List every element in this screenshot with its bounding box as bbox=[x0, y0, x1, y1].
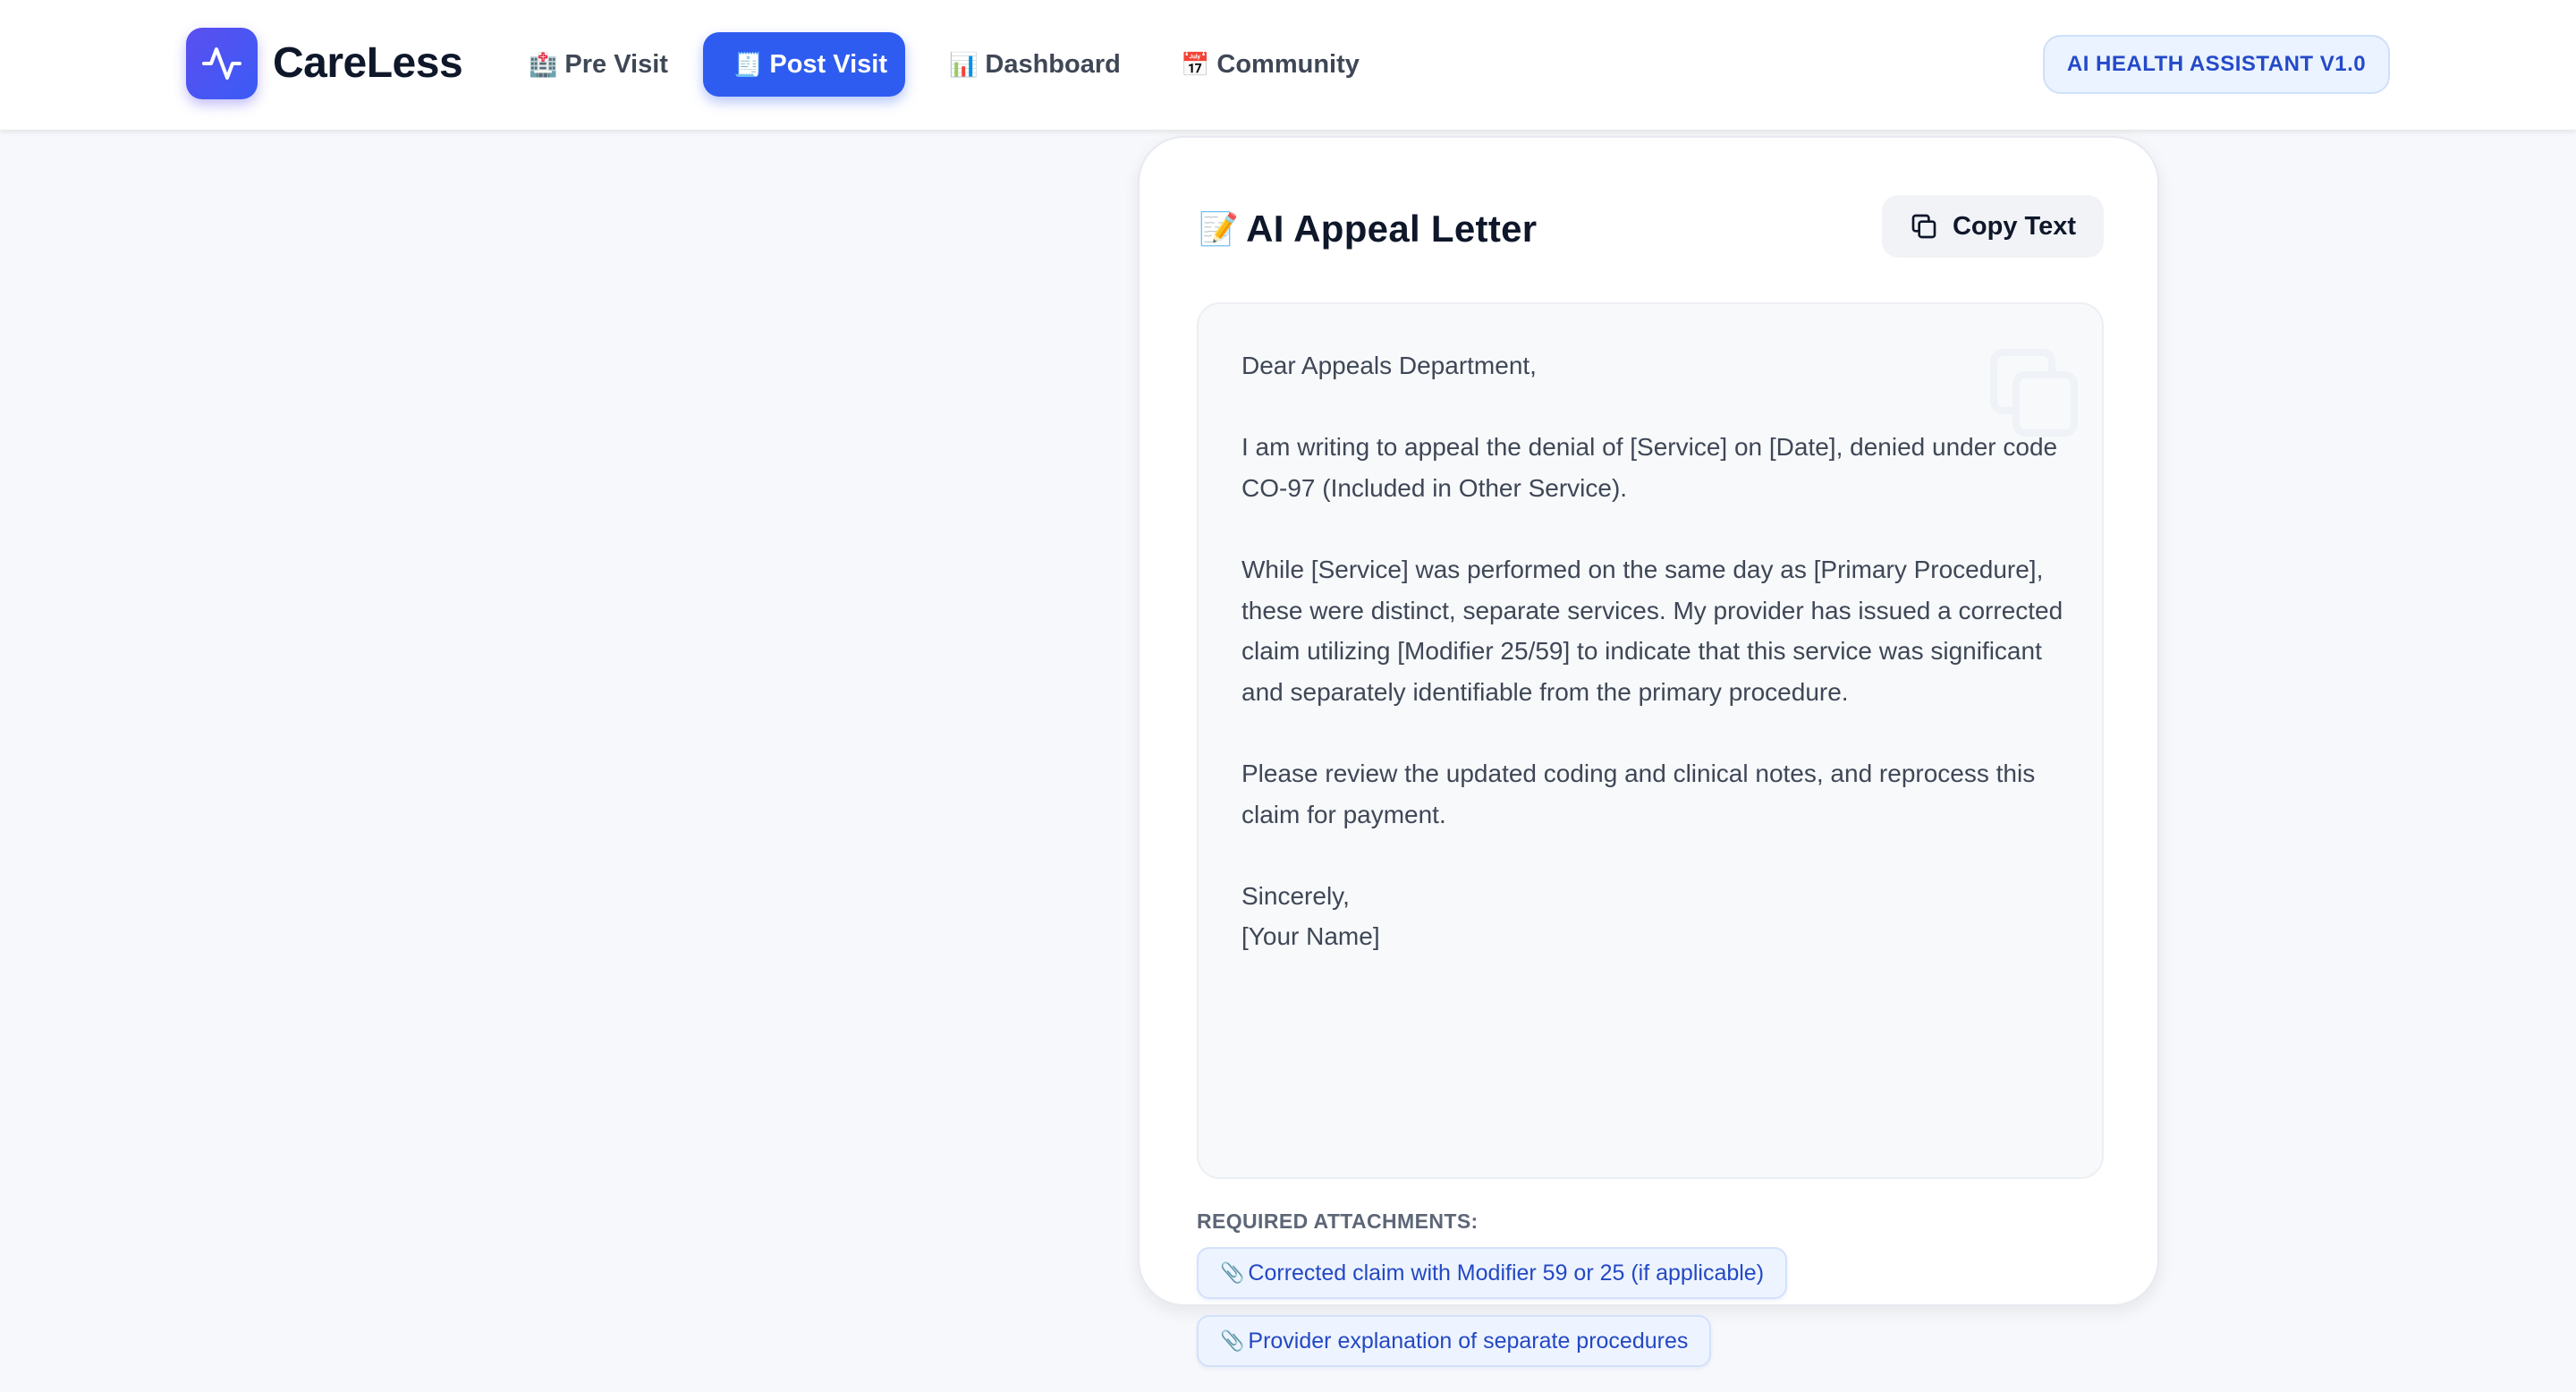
copy-button-label: Copy Text bbox=[1952, 211, 2077, 241]
top-navigation-bar: CareLess 🏥 Pre Visit 🧾 Post Visit 📊 Dash… bbox=[0, 0, 2576, 130]
letter-text-box[interactable]: Dear Appeals Department, I am writing to… bbox=[1197, 302, 2104, 1179]
receipt-icon: 🧾 bbox=[733, 50, 763, 78]
letter-closing: Sincerely, bbox=[1241, 881, 1350, 910]
copy-text-button[interactable]: Copy Text bbox=[1882, 195, 2104, 258]
appeal-letter-card: 📝 AI Appeal Letter Copy Text Dear Appeal… bbox=[1138, 136, 2159, 1367]
letter-salutation: Dear Appeals Department, bbox=[1241, 352, 1537, 379]
version-badge: AI HEALTH ASSISTANT V1.0 bbox=[2043, 35, 2390, 94]
letter-paragraph: I am writing to appeal the denial of [Se… bbox=[1241, 433, 2058, 502]
hospital-icon: 🏥 bbox=[529, 50, 558, 78]
pulse-icon bbox=[202, 47, 242, 80]
attachment-chip[interactable]: 📎 Corrected claim with Modifier 59 or 25… bbox=[1197, 1247, 1788, 1299]
attachments-heading: REQUIRED ATTACHMENTS: bbox=[1197, 1210, 1479, 1233]
nav-tab-community[interactable]: 📅 Community bbox=[1150, 32, 1390, 97]
bar-chart-icon: 📊 bbox=[949, 50, 979, 78]
nav-tab-post-visit[interactable]: 🧾 Post Visit bbox=[703, 32, 905, 97]
card-title: 📝 AI Appeal Letter bbox=[1199, 204, 1537, 254]
paperclip-icon: 📎 bbox=[1220, 1261, 1245, 1284]
calendar-icon: 📅 bbox=[1181, 50, 1210, 78]
attachment-label: Provider explanation of separate procedu… bbox=[1248, 1328, 1689, 1354]
app-name[interactable]: CareLess bbox=[273, 36, 463, 91]
letter-body: Dear Appeals Department, I am writing to… bbox=[1241, 345, 2064, 957]
nav-tab-label: Community bbox=[1216, 49, 1360, 79]
letter-paragraph: Please review the updated coding and cli… bbox=[1241, 759, 2036, 828]
card-title-text: AI Appeal Letter bbox=[1246, 208, 1538, 250]
nav-tab-dashboard[interactable]: 📊 Dashboard bbox=[919, 32, 1151, 97]
app-logo[interactable] bbox=[186, 28, 258, 99]
attachment-chip[interactable]: 📎 Provider explanation of separate proce… bbox=[1197, 1315, 1712, 1367]
letter-signature: [Your Name] bbox=[1241, 922, 1380, 951]
memo-icon: 📝 bbox=[1199, 210, 1240, 247]
paperclip-icon: 📎 bbox=[1220, 1329, 1245, 1352]
attachment-label: Corrected claim with Modifier 59 or 25 (… bbox=[1248, 1260, 1765, 1286]
nav-tab-pre-visit[interactable]: 🏥 Pre Visit bbox=[498, 32, 699, 97]
copy-icon bbox=[1911, 214, 1936, 239]
nav-tab-label: Post Visit bbox=[769, 49, 887, 79]
nav-tab-label: Dashboard bbox=[985, 49, 1121, 79]
letter-paragraph: While [Service] was performed on the sam… bbox=[1241, 555, 2063, 706]
nav-tab-label: Pre Visit bbox=[564, 49, 668, 79]
